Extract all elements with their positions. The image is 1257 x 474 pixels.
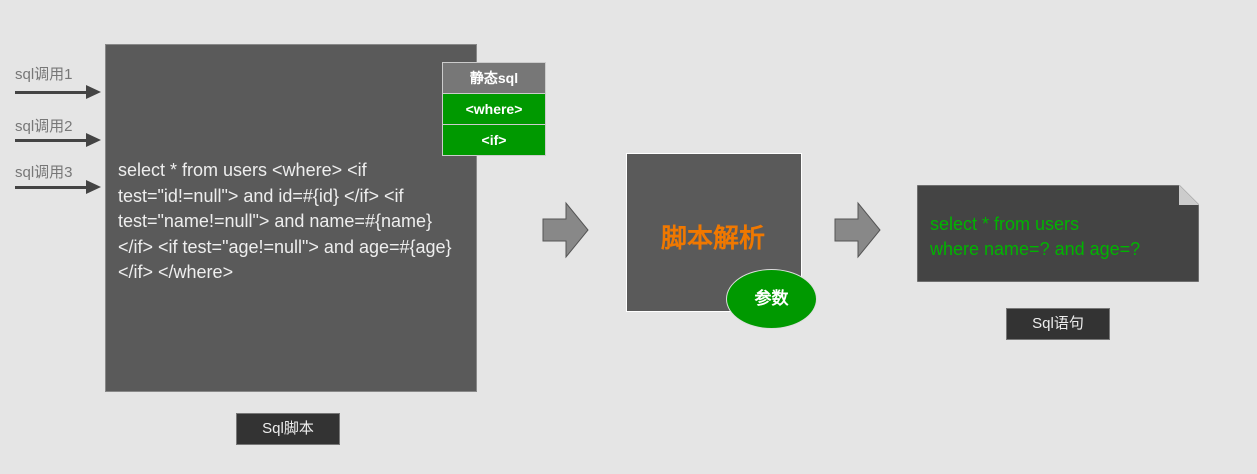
sql-script-caption: Sql脚本: [236, 413, 340, 445]
call-label-3: sql调用3: [15, 164, 73, 181]
sql-line: where name=? and age=?: [930, 239, 1141, 259]
sql-statement-caption: Sql语句: [1006, 308, 1110, 340]
arrow-icon: [15, 133, 101, 147]
sql-statement-text: select * from users where name=? and age…: [930, 212, 1140, 262]
tag-if: <if>: [442, 124, 546, 156]
block-arrow-icon: [542, 201, 589, 259]
params-badge: 参数: [726, 269, 817, 329]
arrow-icon: [15, 180, 101, 194]
arrow-icon: [15, 85, 101, 99]
sql-script-code: select * from users <where> <if test="id…: [118, 160, 452, 282]
call-label-2: sql调用2: [15, 118, 73, 135]
script-parser-title: 脚本解析: [660, 223, 765, 253]
tag-where: <where>: [442, 93, 546, 125]
block-arrow-icon: [834, 201, 881, 259]
call-label-1: sql调用1: [15, 66, 73, 83]
tag-static-sql: 静态sql: [442, 62, 546, 94]
sql-line: select * from users: [930, 214, 1080, 234]
